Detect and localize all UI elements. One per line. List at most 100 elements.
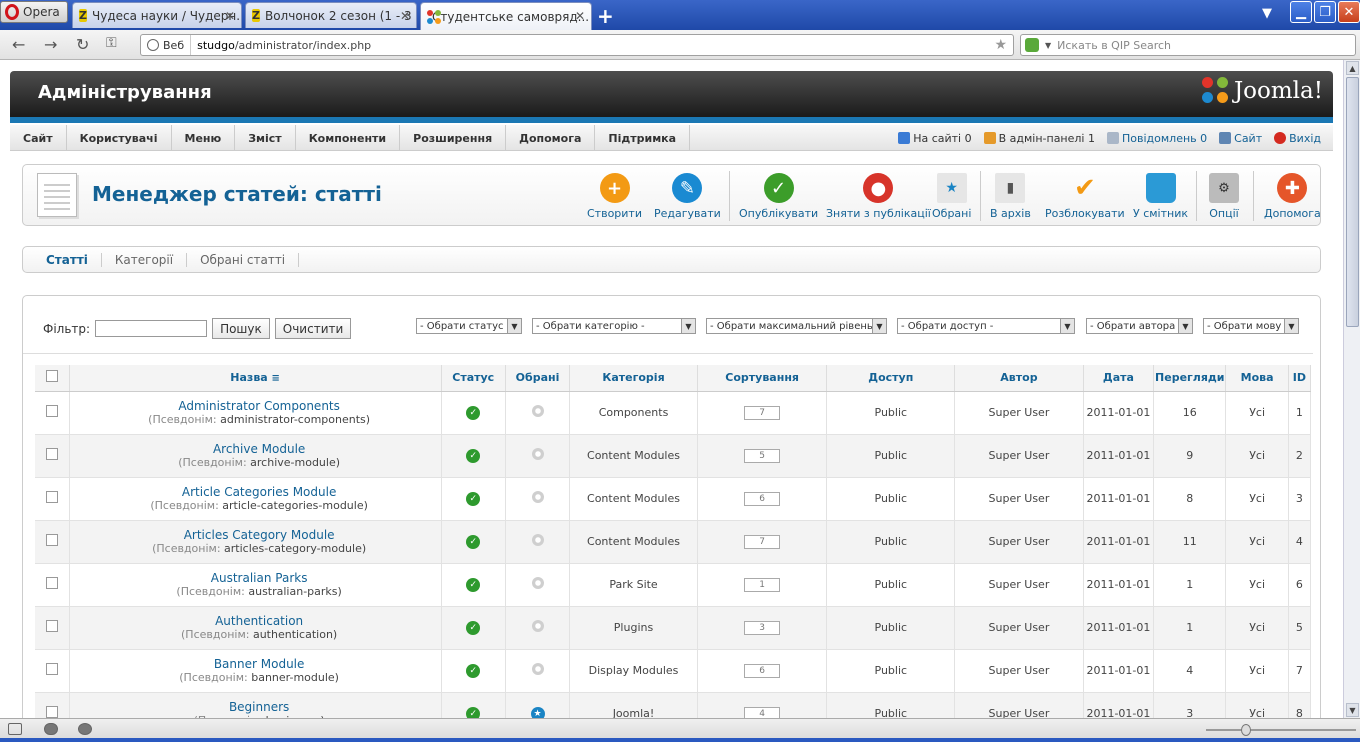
browser-tab-1[interactable]: Z Чудеса науки / Чудерн... ✕ (72, 2, 242, 28)
zoom-slider[interactable] (1206, 729, 1356, 731)
col-author[interactable]: Автор (954, 365, 1084, 392)
close-tab-icon[interactable]: ✕ (575, 9, 585, 23)
select-all-checkbox[interactable] (45, 370, 58, 383)
not-featured-icon[interactable] (531, 405, 544, 417)
published-check-icon[interactable]: ✓ (466, 578, 481, 592)
close-window-icon[interactable]: ✕ (1338, 1, 1360, 23)
published-check-icon[interactable]: ✓ (466, 664, 481, 678)
menu-item-users[interactable]: Користувачі (67, 125, 172, 151)
messages-link[interactable]: Повідомлень 0 (1106, 131, 1207, 145)
filter-search-input[interactable] (95, 320, 208, 337)
published-check-icon[interactable]: ✓ (466, 707, 481, 718)
published-check-icon[interactable]: ✓ (466, 492, 481, 506)
tab-articles[interactable]: Статті (33, 252, 102, 267)
col-language[interactable]: Мова (1225, 365, 1289, 392)
select-author[interactable]: - Обрати автора - ▼ (1086, 318, 1193, 334)
col-hits[interactable]: Перегляди (1153, 365, 1227, 392)
ordering-input[interactable]: 4 (744, 707, 781, 718)
ordering-input[interactable]: 5 (744, 449, 781, 463)
published-check-icon[interactable]: ✓ (466, 535, 481, 549)
row-checkbox[interactable] (45, 663, 58, 675)
options-button[interactable]: ⚙ Опції (1209, 173, 1239, 220)
article-title-link[interactable]: Australian Parks (78, 571, 441, 585)
article-title-link[interactable]: Administrator Components (78, 399, 441, 413)
menu-item-help[interactable]: Допомога (506, 125, 596, 151)
row-checkbox[interactable] (45, 706, 58, 718)
col-id[interactable]: ID (1288, 365, 1312, 392)
menu-item-site[interactable]: Сайт (10, 125, 67, 151)
row-checkbox[interactable] (45, 448, 58, 460)
zoom-slider-handle[interactable] (1241, 724, 1251, 736)
search-input[interactable]: ▼ Искать в QIP Search (1020, 34, 1356, 56)
key-icon[interactable]: ⚿ (106, 35, 117, 51)
archive-button[interactable]: ▮ В архів (990, 173, 1031, 220)
col-status[interactable]: Статус (441, 365, 506, 392)
chevron-down-icon[interactable]: ▼ (1045, 41, 1051, 50)
scroll-thumb[interactable] (1346, 77, 1359, 327)
ordering-input[interactable]: 6 (744, 664, 781, 678)
select-status[interactable]: - Обрати статус - ▼ (416, 318, 522, 334)
tab-featured-articles[interactable]: Обрані статті (187, 252, 300, 267)
select-category[interactable]: - Обрати категорію - ▼ (532, 318, 696, 334)
col-featured[interactable]: Обрані (505, 365, 571, 392)
menu-item-extensions[interactable]: Розширення (400, 125, 507, 151)
not-featured-icon[interactable] (531, 534, 544, 546)
not-featured-icon[interactable] (531, 620, 544, 632)
logout-link[interactable]: Вихід (1274, 131, 1321, 145)
minimize-window-icon[interactable]: ▁ (1290, 1, 1312, 23)
row-checkbox[interactable] (45, 534, 58, 546)
article-title-link[interactable]: Banner Module (78, 657, 441, 671)
row-checkbox[interactable] (45, 577, 58, 589)
col-access[interactable]: Доступ (826, 365, 956, 392)
edit-button[interactable]: ✎ Редагувати (654, 173, 721, 220)
tab-categories[interactable]: Категорії (102, 252, 188, 267)
not-featured-icon[interactable] (531, 491, 544, 503)
ordering-input[interactable]: 7 (744, 406, 781, 420)
col-category[interactable]: Категорія (569, 365, 698, 392)
ordering-input[interactable]: 1 (744, 578, 781, 592)
select-language[interactable]: - Обрати мову - ▼ (1203, 318, 1299, 334)
col-ordering[interactable]: Сортування (697, 365, 828, 392)
col-title[interactable]: Назва ≡ (69, 365, 442, 392)
url-field[interactable]: Веб studgo/administrator/index.php ★ (140, 34, 1014, 56)
select-access[interactable]: - Обрати доступ - ▼ (897, 318, 1075, 334)
close-tab-icon[interactable]: ✕ (225, 9, 235, 23)
view-site-link[interactable]: Сайт (1219, 131, 1262, 145)
speed-dial-icon[interactable] (78, 723, 92, 735)
published-check-icon[interactable]: ✓ (466, 449, 481, 463)
menu-item-menus[interactable]: Меню (172, 125, 236, 151)
create-button[interactable]: + Створити (587, 173, 642, 220)
checkin-button[interactable]: ✔ Розблокувати (1045, 173, 1125, 220)
publish-button[interactable]: ✓ Опублікувати (739, 173, 818, 220)
article-title-link[interactable]: Articles Category Module (78, 528, 441, 542)
search-button[interactable]: Пошук (212, 318, 270, 339)
article-title-link[interactable]: Authentication (78, 614, 441, 628)
ordering-input[interactable]: 7 (744, 535, 781, 549)
featured-button[interactable]: ★ Обрані (932, 173, 971, 220)
scroll-up-icon[interactable]: ▲ (1346, 61, 1359, 75)
unpublish-button[interactable]: ● Зняти з публікації (826, 173, 931, 220)
scroll-down-icon[interactable]: ▼ (1346, 703, 1359, 717)
clear-button[interactable]: Очистити (274, 318, 352, 339)
new-tab-icon[interactable]: + (597, 4, 614, 28)
menu-item-components[interactable]: Компоненти (296, 125, 401, 151)
menu-item-support[interactable]: Підтримка (595, 125, 691, 151)
help-button[interactable]: ✚ Допомога (1264, 173, 1321, 220)
reload-icon[interactable]: ↻ (76, 35, 89, 54)
cloud-icon[interactable] (44, 723, 58, 735)
article-title-link[interactable]: Beginners (78, 700, 441, 714)
vertical-scrollbar[interactable]: ▲ ▼ (1343, 60, 1360, 718)
row-checkbox[interactable] (45, 491, 58, 503)
browser-tab-3[interactable]: Студентське самовряд... ✕ (420, 2, 592, 30)
tab-list-chevron-icon[interactable]: ▼ (1262, 6, 1272, 21)
forward-icon[interactable]: → (44, 35, 57, 54)
ordering-input[interactable]: 6 (744, 492, 781, 506)
published-check-icon[interactable]: ✓ (466, 406, 481, 420)
row-checkbox[interactable] (45, 620, 58, 632)
select-max-level[interactable]: - Обрати максимальний рівень - ▼ (706, 318, 887, 334)
close-tab-icon[interactable]: ✕ (400, 9, 410, 23)
opera-menu-button[interactable]: Opera (0, 1, 68, 23)
article-title-link[interactable]: Archive Module (78, 442, 441, 456)
article-title-link[interactable]: Article Categories Module (78, 485, 441, 499)
restore-window-icon[interactable]: ❐ (1314, 1, 1336, 23)
